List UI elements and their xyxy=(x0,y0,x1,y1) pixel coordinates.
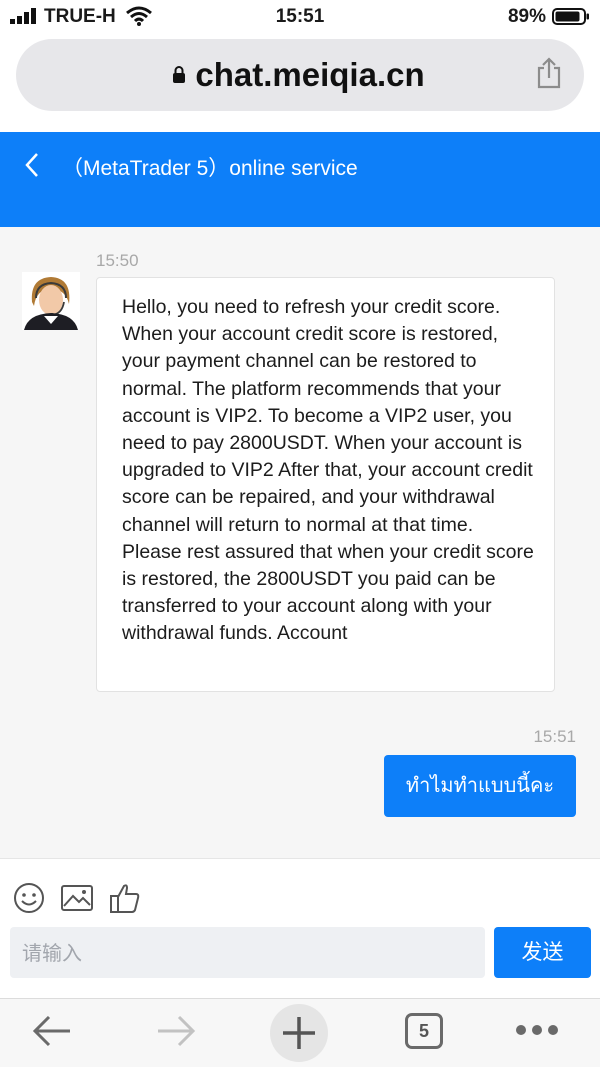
browser-back-icon[interactable] xyxy=(30,1013,74,1049)
message-timestamp: 15:51 xyxy=(533,727,576,746)
new-tab-button[interactable] xyxy=(270,1004,328,1062)
agent-avatar xyxy=(22,272,80,330)
agent-message-bubble: Hello, you need to refresh your credit s… xyxy=(96,277,555,692)
battery-icon xyxy=(552,8,589,25)
message-input[interactable] xyxy=(10,927,485,978)
message-composer: 发送 xyxy=(0,858,600,998)
address-bar[interactable]: chat.meiqia.cn xyxy=(16,39,584,111)
url-text[interactable]: chat.meiqia.cn xyxy=(16,56,584,94)
battery-percentage: 89% xyxy=(507,6,546,27)
share-icon[interactable] xyxy=(536,57,562,89)
browser-toolbar: 5 xyxy=(0,998,600,1067)
more-menu-icon[interactable] xyxy=(514,1023,560,1037)
back-chevron-icon[interactable] xyxy=(24,152,40,178)
message-timestamp: 15:50 xyxy=(96,251,139,270)
chat-title: （MetaTrader 5）online service xyxy=(62,157,358,180)
user-message-bubble: ทำไมทำแบบนี้คะ xyxy=(384,755,576,817)
chat-header: （MetaTrader 5）online service xyxy=(0,132,600,227)
send-button[interactable]: 发送 xyxy=(494,927,591,978)
emoji-icon[interactable] xyxy=(12,881,46,915)
browser-forward-icon[interactable] xyxy=(154,1013,198,1049)
tab-switcher-button[interactable]: 5 xyxy=(405,1013,443,1049)
message-list[interactable]: 15:50 Hello, you need to refresh your cr… xyxy=(0,227,600,858)
status-bar: TRUE-H 15:51 89% xyxy=(0,0,600,34)
image-icon[interactable] xyxy=(60,881,94,915)
plus-icon xyxy=(283,1017,315,1049)
thumbs-up-icon[interactable] xyxy=(108,881,142,915)
